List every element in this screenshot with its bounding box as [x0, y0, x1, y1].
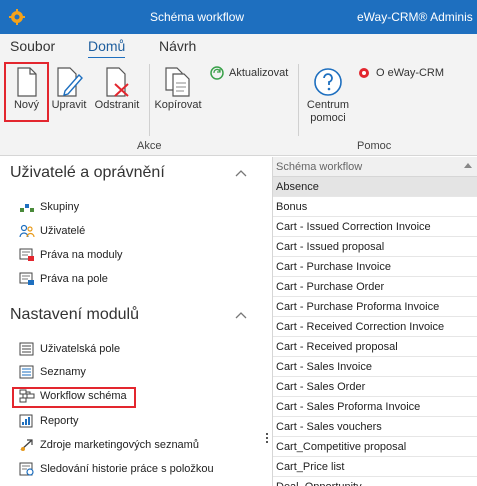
- list-row[interactable]: Cart - Received Correction Invoice: [273, 317, 477, 337]
- ribbon-separator: [149, 64, 150, 136]
- copy-icon: [165, 67, 190, 97]
- about-button[interactable]: O eWay-CRM: [357, 66, 444, 80]
- tab-navrh[interactable]: Návrh: [159, 38, 196, 54]
- window-title: Schéma workflow: [150, 10, 245, 24]
- help-icon: [314, 68, 342, 96]
- chevron-up-icon[interactable]: [235, 169, 247, 177]
- section-header-users[interactable]: Uživatelé a oprávnění: [10, 164, 165, 182]
- nav-item-label: Práva na pole: [40, 273, 108, 285]
- nav-item-module-permissions[interactable]: Práva na moduly: [19, 246, 123, 264]
- workflow-highlight-box: [12, 387, 136, 408]
- pane-splitter[interactable]: [262, 157, 272, 486]
- nav-item-label: Zdroje marketingových seznamů: [40, 439, 199, 451]
- groups-icon: [20, 204, 34, 212]
- chevron-up-icon[interactable]: [235, 311, 247, 319]
- list-row[interactable]: Cart - Received proposal: [273, 337, 477, 357]
- edit-document-icon: [57, 67, 83, 97]
- refresh-button[interactable]: Aktualizovat: [210, 66, 288, 80]
- ribbon: Nový Upravit Odstranit Kopírovat Aktuali…: [0, 58, 477, 156]
- list-row[interactable]: Deal_Opportunity: [273, 477, 477, 486]
- ribbon-tabs: Soubor Domů Návrh: [0, 34, 477, 59]
- lists-icon: [19, 365, 34, 379]
- group-label-actions: Akce: [137, 140, 162, 152]
- new-button-label: Nový: [13, 99, 40, 111]
- user-fields-icon: [19, 342, 34, 356]
- nav-item-label: Skupiny: [40, 201, 80, 213]
- title-bar: Schéma workflow eWay-CRM® Adminis: [0, 0, 477, 34]
- new-document-icon: [16, 67, 37, 97]
- refresh-button-label: Aktualizovat: [229, 67, 289, 79]
- tab-domu[interactable]: Domů: [88, 38, 126, 59]
- help-center-button-label: Centrum pomoci: [306, 99, 350, 124]
- list-row[interactable]: Cart - Purchase Proforma Invoice: [273, 297, 477, 317]
- app-brand: eWay-CRM® Adminis: [357, 10, 473, 24]
- list-row[interactable]: Cart_Competitive proposal: [273, 437, 477, 457]
- list-row[interactable]: Absence: [273, 177, 477, 197]
- delete-button[interactable]: Odstranit: [92, 67, 142, 112]
- nav-item-user-fields[interactable]: Uživatelská pole: [19, 340, 120, 358]
- nav-item-reports[interactable]: Reporty: [19, 412, 79, 430]
- nav-item-label: Práva na moduly: [40, 249, 123, 261]
- field-permissions-icon: [19, 272, 34, 285]
- marketing-sources-icon: [20, 439, 33, 451]
- nav-item-label: Reporty: [40, 415, 79, 427]
- list-row[interactable]: Cart - Purchase Invoice: [273, 257, 477, 277]
- edit-button[interactable]: Upravit: [50, 67, 88, 112]
- reports-icon: [19, 414, 33, 428]
- help-center-button[interactable]: Centrum pomoci: [303, 67, 353, 125]
- new-button[interactable]: Nový: [4, 62, 49, 122]
- delete-button-label: Odstranit: [94, 99, 140, 111]
- eway-logo-icon: [359, 68, 369, 78]
- edit-button-label: Upravit: [51, 99, 87, 111]
- app-logo-icon[interactable]: [8, 8, 26, 26]
- history-tracking-icon: [19, 462, 34, 476]
- nav-item-marketing-sources[interactable]: Zdroje marketingových seznamů: [19, 436, 199, 454]
- copy-button[interactable]: Kopírovat: [153, 67, 203, 112]
- list-row[interactable]: Cart - Sales Invoice: [273, 357, 477, 377]
- nav-item-field-permissions[interactable]: Práva na pole: [19, 270, 108, 288]
- nav-item-lists[interactable]: Seznamy: [19, 363, 86, 381]
- sort-ascending-icon: [464, 163, 472, 168]
- group-label-help: Pomoc: [357, 140, 392, 152]
- list-row[interactable]: Bonus: [273, 197, 477, 217]
- list-row[interactable]: Cart - Sales Order: [273, 377, 477, 397]
- nav-item-users[interactable]: Uživatelé: [19, 222, 85, 240]
- list-row[interactable]: Cart - Sales vouchers: [273, 417, 477, 437]
- about-button-label: O eWay-CRM: [376, 67, 445, 79]
- list-row[interactable]: Cart_Price list: [273, 457, 477, 477]
- refresh-icon: [210, 66, 224, 80]
- users-icon: [19, 224, 35, 238]
- tab-soubor[interactable]: Soubor: [10, 38, 55, 54]
- workflow-list: Schéma workflow Absence Bonus Cart - Issue…: [272, 157, 477, 486]
- module-permissions-icon: [19, 248, 34, 261]
- splitter-grip-icon[interactable]: [266, 433, 268, 443]
- list-column-header-label: Schéma workflow: [276, 161, 363, 173]
- ribbon-separator: [298, 64, 299, 136]
- copy-button-label: Kopírovat: [154, 99, 202, 111]
- delete-document-icon: [106, 67, 129, 97]
- nav-item-label: Sledování historie práce s položkou: [40, 463, 214, 475]
- nav-item-history-tracking[interactable]: Sledování historie práce s položkou: [19, 460, 214, 478]
- section-header-modules[interactable]: Nastavení modulů: [10, 306, 139, 324]
- settings-navigation: Uživatelé a oprávnění Skupiny Uživatelé …: [0, 157, 262, 486]
- nav-item-label: Uživatelé: [40, 225, 86, 237]
- list-row[interactable]: Cart - Purchase Order: [273, 277, 477, 297]
- list-row[interactable]: Cart - Sales Proforma Invoice: [273, 397, 477, 417]
- list-column-header[interactable]: Schéma workflow: [273, 157, 477, 177]
- list-row[interactable]: Cart - Issued proposal: [273, 237, 477, 257]
- nav-item-label: Uživatelská pole: [40, 343, 121, 355]
- nav-item-label: Seznamy: [40, 366, 86, 378]
- nav-item-groups[interactable]: Skupiny: [19, 198, 79, 216]
- list-row[interactable]: Cart - Issued Correction Invoice: [273, 217, 477, 237]
